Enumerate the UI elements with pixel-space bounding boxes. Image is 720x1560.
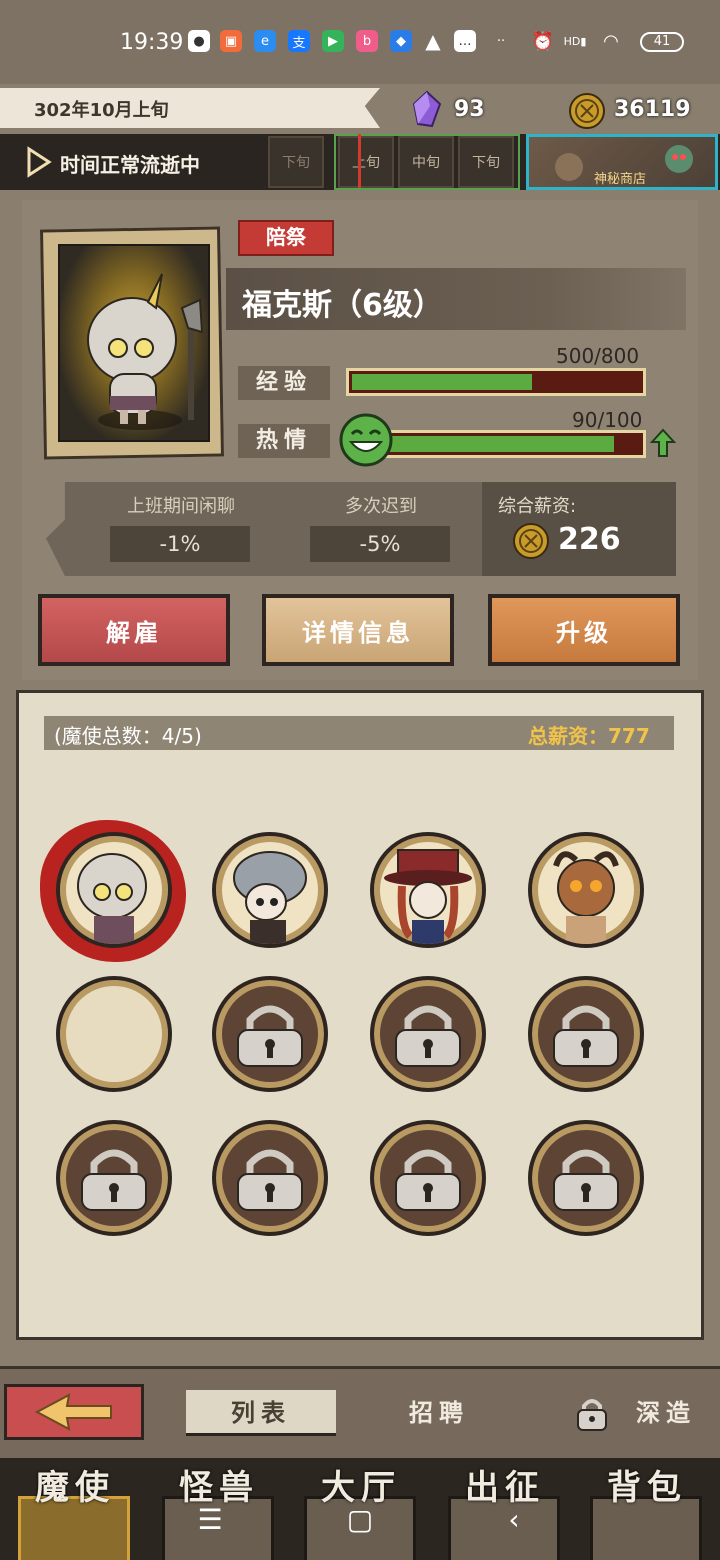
timeline-slot: 下旬: [268, 136, 324, 188]
upgrade-button[interactable]: 升级: [488, 594, 680, 666]
roster-slot-character[interactable]: [212, 832, 328, 948]
tab-list[interactable]: 列表: [186, 1390, 336, 1436]
tab-recruit[interactable]: 招聘: [364, 1390, 514, 1436]
time-status: 时间正常流逝中: [60, 153, 200, 177]
roster-slot-locked[interactable]: [528, 976, 644, 1092]
timeline-marker: [358, 134, 361, 188]
app-icon: ▣: [220, 30, 242, 52]
roster-slot-empty[interactable]: [56, 976, 172, 1092]
padlock-icon: [395, 1149, 461, 1211]
bilibili-icon: b: [356, 30, 378, 52]
timeline-current-box: [334, 134, 520, 190]
exp-bar-fill: [352, 374, 532, 390]
more-dots-icon: ··: [496, 33, 506, 49]
exp-value: 500/800: [556, 344, 640, 368]
back-arrow-icon: [34, 1393, 112, 1431]
crystal-count: 93: [454, 97, 485, 122]
role-badge: 陪祭: [238, 220, 334, 256]
padlock-icon: [81, 1149, 147, 1211]
character-name: 福克斯（6级）: [242, 288, 443, 323]
passion-value: 90/100: [572, 408, 643, 432]
roster-slot-character[interactable]: [528, 832, 644, 948]
padlock-icon: [237, 1149, 303, 1211]
roster-slot-locked[interactable]: [370, 976, 486, 1092]
detail-info-button[interactable]: 详情信息: [262, 594, 454, 666]
character-avatar: [77, 853, 147, 944]
character-portrait[interactable]: [70, 270, 210, 440]
gold-coin-icon: [569, 93, 605, 129]
roster-slot-locked[interactable]: [370, 1120, 486, 1236]
roster-slot-character[interactable]: [370, 832, 486, 948]
character-avatar: [384, 849, 472, 944]
shop-label: 神秘商店: [594, 172, 647, 187]
crystal-icon: [412, 90, 442, 128]
roster-slot-locked[interactable]: [212, 976, 328, 1092]
trait-title: 多次迟到: [345, 496, 417, 517]
gold-count: 36119: [614, 97, 691, 122]
play-icon[interactable]: [26, 146, 52, 178]
gold-coin-icon: [513, 523, 549, 559]
padlock-icon: [553, 1005, 619, 1067]
trait-value: -5%: [310, 526, 450, 562]
game-controller-icon: ●: [188, 30, 210, 52]
system-back-icon[interactable]: ‹: [494, 1500, 534, 1540]
salary-value: 226: [558, 522, 621, 557]
status-time: 19:39: [120, 30, 184, 55]
passion-bar-fill: [378, 436, 614, 452]
nav-demon[interactable]: 魔使: [10, 1460, 140, 1509]
salary-title: 综合薪资:: [498, 496, 577, 517]
character-avatar: [553, 851, 619, 944]
roster-slot-locked[interactable]: [528, 1120, 644, 1236]
fire-button[interactable]: 解雇: [38, 594, 230, 666]
alipay-icon: 支: [288, 30, 310, 52]
trait-value: -1%: [110, 526, 250, 562]
wifi-icon: ◠: [603, 30, 619, 52]
back-button[interactable]: [4, 1384, 144, 1440]
system-home-icon[interactable]: ▢: [340, 1500, 380, 1540]
signal-icon: HD▮: [563, 34, 587, 48]
message-icon: …: [454, 30, 476, 52]
video-icon: ▶: [322, 30, 344, 52]
roster-count: (魔使总数：4/5): [54, 724, 202, 748]
trait-title: 上班期间闲聊: [127, 496, 235, 517]
browser-icon: e: [254, 30, 276, 52]
passion-label: 热情: [238, 424, 330, 458]
roster-total-salary: 总薪资：777: [528, 724, 650, 748]
battery-icon: 41: [640, 32, 684, 52]
padlock-icon: [237, 1005, 303, 1067]
roster-slot-locked[interactable]: [56, 1120, 172, 1236]
warning-icon: ▲: [425, 29, 441, 53]
smile-face-icon: [339, 413, 393, 467]
alarm-icon: ⏰: [531, 30, 555, 52]
padlock-icon: [395, 1005, 461, 1067]
date-label: 302年10月上旬: [34, 100, 169, 121]
roster-slot-character[interactable]: [56, 832, 172, 948]
nav-bag[interactable]: 背包: [582, 1460, 712, 1509]
character-avatar: [233, 851, 307, 944]
padlock-icon: [577, 1399, 607, 1431]
up-arrow-icon: [650, 428, 676, 457]
padlock-icon: [553, 1149, 619, 1211]
exp-label: 经验: [238, 366, 330, 400]
system-menu-icon[interactable]: ☰: [190, 1500, 230, 1540]
roster-slot-locked[interactable]: [212, 1120, 328, 1236]
shield-app-icon: ◆: [390, 30, 412, 52]
